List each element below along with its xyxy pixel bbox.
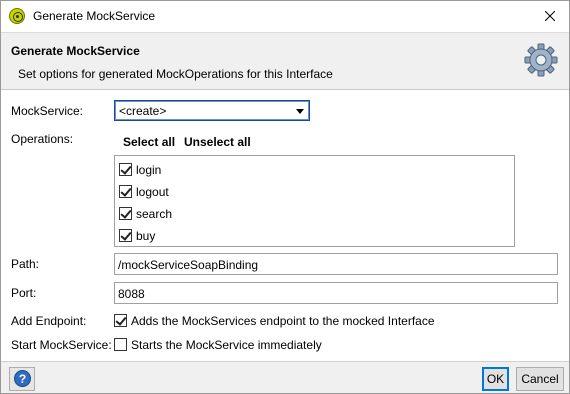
header-title: Generate MockService xyxy=(11,44,140,58)
mockservice-select[interactable]: <create> xyxy=(114,100,310,121)
soapui-app-icon xyxy=(9,8,25,24)
ok-button[interactable]: OK xyxy=(482,367,509,391)
operation-checkbox[interactable] xyxy=(119,207,132,220)
path-input[interactable]: /mockServiceSoapBinding xyxy=(114,253,558,275)
add-endpoint-checkbox-box[interactable] xyxy=(114,314,127,327)
close-button[interactable] xyxy=(537,4,563,28)
start-mockservice-label: Start MockService: xyxy=(11,338,112,352)
cancel-button[interactable]: Cancel xyxy=(516,367,564,391)
help-button[interactable]: ? xyxy=(9,367,35,391)
operation-item-logout[interactable]: logout xyxy=(119,182,509,202)
gear-icon xyxy=(524,43,558,77)
start-mockservice-text: Starts the MockService immediately xyxy=(131,338,322,352)
title-bar: Generate MockService xyxy=(1,1,569,32)
mockservice-select-value: <create> xyxy=(119,104,167,118)
start-mockservice-checkbox-box[interactable] xyxy=(114,338,127,351)
operation-checkbox[interactable] xyxy=(119,185,132,198)
operation-label: logout xyxy=(136,185,169,199)
operations-list[interactable]: login logout search buy xyxy=(114,155,515,247)
operation-item-buy[interactable]: buy xyxy=(119,226,509,246)
add-endpoint-label: Add Endpoint: xyxy=(11,314,87,328)
operation-item-search[interactable]: search xyxy=(119,204,509,224)
close-icon xyxy=(545,11,555,21)
operation-label: buy xyxy=(136,229,156,243)
generate-mockservice-dialog: Generate MockService Generate MockServic… xyxy=(0,0,570,394)
window-title: Generate MockService xyxy=(33,9,156,23)
chevron-down-icon[interactable] xyxy=(296,109,304,114)
operation-checkbox[interactable] xyxy=(119,229,132,242)
path-input-value: /mockServiceSoapBinding xyxy=(118,258,259,272)
help-icon: ? xyxy=(14,370,31,387)
select-all-button[interactable]: Select all xyxy=(123,135,175,149)
operations-label: Operations: xyxy=(11,132,74,146)
port-input-value: 8088 xyxy=(118,287,145,301)
add-endpoint-text: Adds the MockServices endpoint to the mo… xyxy=(131,314,435,328)
header-description: Set options for generated MockOperations… xyxy=(18,67,333,81)
operation-checkbox[interactable] xyxy=(119,163,132,176)
path-label: Path: xyxy=(11,257,40,271)
mockservice-label: MockService: xyxy=(11,104,84,118)
dialog-footer: ? OK Cancel xyxy=(1,361,569,393)
port-label: Port: xyxy=(11,286,37,300)
dialog-header: Generate MockService Set options for gen… xyxy=(1,32,569,90)
operation-label: login xyxy=(136,163,162,177)
port-input[interactable]: 8088 xyxy=(114,282,558,304)
operation-item-login[interactable]: login xyxy=(119,160,509,180)
unselect-all-button[interactable]: Unselect all xyxy=(184,135,251,149)
operation-label: search xyxy=(136,207,173,221)
